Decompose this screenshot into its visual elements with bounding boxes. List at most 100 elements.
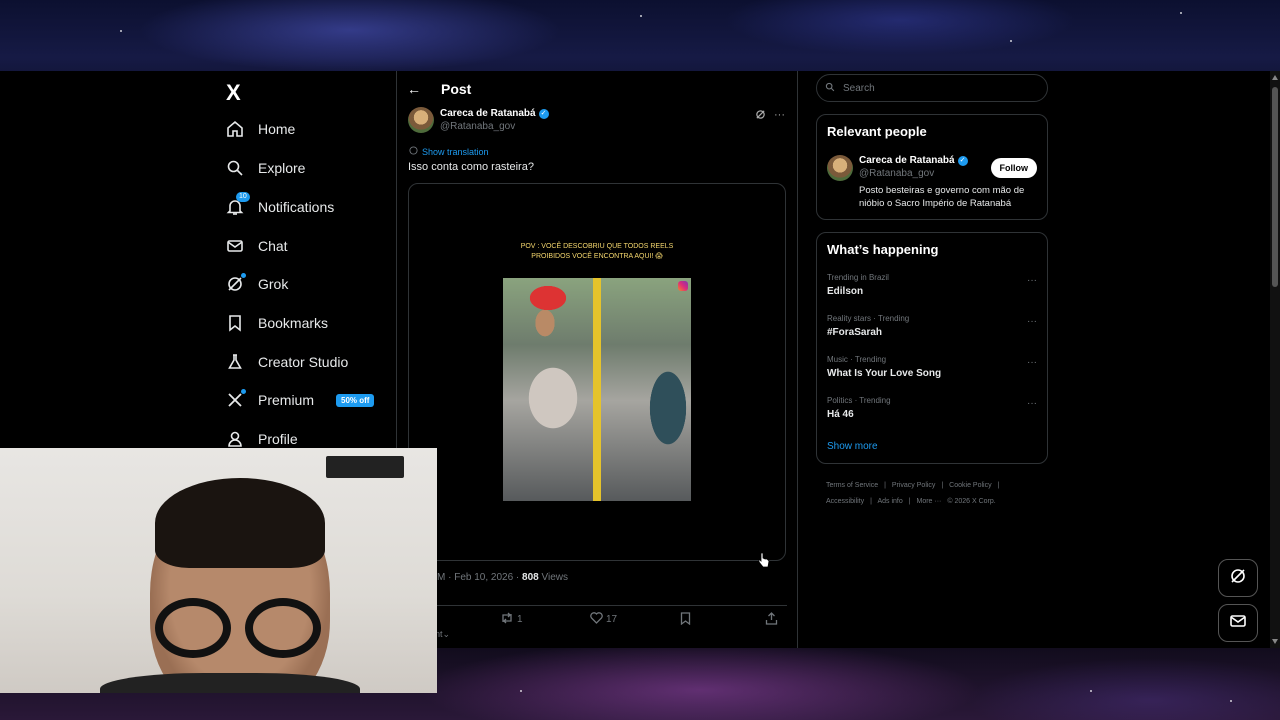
- trend-item[interactable]: Reality stars · Trending #ForaSarah ···: [827, 314, 1039, 344]
- repost-count: 1: [517, 614, 523, 625]
- background-star: [120, 30, 122, 32]
- flask-icon: [226, 353, 244, 371]
- like-button[interactable]: 17: [590, 612, 617, 627]
- search-box[interactable]: [816, 74, 1048, 102]
- bookmark-icon: [226, 314, 244, 332]
- repost-icon: [500, 612, 514, 627]
- nav-item-explore[interactable]: Explore: [226, 154, 305, 182]
- scroll-down-arrow[interactable]: [1272, 639, 1278, 644]
- verified-badge-icon: ✓: [957, 155, 968, 166]
- glasses-lens: [155, 598, 231, 658]
- trend-title: What Is Your Love Song: [827, 368, 942, 379]
- background-star: [1010, 40, 1012, 42]
- avatar[interactable]: [408, 107, 434, 133]
- page-title: Post: [441, 81, 472, 97]
- nav-item-notifications[interactable]: 10 Notifications: [226, 192, 335, 221]
- panel-title: Relevant people: [827, 124, 927, 139]
- trend-title: Há 46: [827, 409, 854, 420]
- show-more-link[interactable]: Show more: [827, 441, 878, 452]
- like-count: 17: [606, 614, 618, 625]
- video-frame[interactable]: [503, 278, 691, 501]
- relevant-user-bio: Posto besteiras e governo com mão de nió…: [859, 185, 1025, 209]
- relevant-people-panel: Relevant people Careca de Ratanabá ✓ @Ra…: [816, 114, 1048, 220]
- share-button[interactable]: [765, 612, 778, 628]
- grok-floating-button[interactable]: [1218, 559, 1258, 597]
- nav-label: Chat: [258, 238, 288, 254]
- person-icon: [226, 430, 244, 448]
- repost-button[interactable]: 1: [500, 612, 523, 627]
- footer-link-cookie[interactable]: Cookie Policy: [949, 482, 991, 489]
- relevant-user[interactable]: Careca de Ratanabá ✓ @Ratanaba_gov: [827, 155, 968, 181]
- x-logo[interactable]: X: [226, 80, 241, 106]
- nav-label: Profile: [258, 431, 298, 447]
- mail-icon: [226, 237, 244, 255]
- footer-separator: |: [908, 498, 911, 505]
- panel-title: What’s happening: [827, 242, 939, 257]
- more-options-icon[interactable]: ···: [1027, 316, 1037, 327]
- relevant-user-handle[interactable]: @Ratanaba_gov: [859, 168, 968, 179]
- footer-separator: |: [941, 482, 944, 489]
- author-name[interactable]: Careca de Ratanabá: [440, 108, 536, 119]
- grok-icon: [1229, 567, 1247, 590]
- avatar[interactable]: [827, 155, 853, 181]
- trend-title: Edilson: [827, 286, 864, 297]
- background-star: [1180, 12, 1182, 14]
- search-input[interactable]: [841, 81, 1025, 95]
- footer-link-more[interactable]: More ···: [917, 498, 942, 505]
- more-options-icon[interactable]: ···: [1027, 398, 1037, 409]
- footer-separator: |: [884, 482, 886, 489]
- webcam-person-glasses: [150, 598, 330, 658]
- share-icon: [765, 612, 778, 628]
- footer-separator: |: [870, 498, 872, 505]
- back-arrow-icon[interactable]: ←: [407, 81, 421, 97]
- trend-item[interactable]: Trending in Brazil Edilson ···: [827, 273, 1039, 303]
- nav-item-premium[interactable]: Premium 50% off: [226, 386, 375, 414]
- more-options-icon[interactable]: ···: [1027, 357, 1037, 368]
- nav-label: Home: [258, 121, 296, 137]
- author-handle[interactable]: @Ratanaba_gov: [440, 121, 549, 132]
- whats-happening-panel: What’s happening Trending in Brazil Edil…: [816, 232, 1048, 464]
- footer-link-terms[interactable]: Terms of Service: [826, 482, 878, 489]
- bookmark-button[interactable]: [680, 612, 691, 628]
- nav-label: Notifications: [258, 199, 335, 215]
- nav-item-bookmarks[interactable]: Bookmarks: [226, 309, 328, 337]
- footer-link-ads-info[interactable]: Ads info: [877, 498, 902, 505]
- notification-badge: 10: [236, 192, 250, 202]
- grok-icon[interactable]: [755, 109, 766, 123]
- nav-item-home[interactable]: Home: [226, 115, 295, 143]
- post-actions: 1 17: [427, 605, 787, 628]
- search-icon: [226, 159, 244, 177]
- webcam-background-shelf: [326, 456, 404, 478]
- scroll-thumb[interactable]: [1272, 87, 1278, 287]
- nav-item-creator-studio[interactable]: Creator Studio: [226, 348, 348, 376]
- bell-icon: 10: [226, 192, 250, 216]
- post-author[interactable]: Careca de Ratanabá ✓ @Ratanaba_gov: [408, 107, 549, 133]
- nav-label: Premium: [258, 392, 315, 408]
- webcam-person-shirt: [100, 673, 360, 693]
- trend-category: Reality stars · Trending: [827, 314, 910, 323]
- views-label: Views: [538, 572, 569, 583]
- show-translation-link[interactable]: Show translation: [409, 146, 489, 157]
- post-media[interactable]: POV : VOCÊ DESCOBRIU QUE TODOS REELS PRO…: [408, 183, 786, 561]
- page-scrollbar[interactable]: [1270, 71, 1280, 648]
- footer-copyright: © 2026 X Corp.: [947, 498, 996, 505]
- trend-item[interactable]: Music · Trending What Is Your Love Song …: [827, 355, 1039, 385]
- post-timestamp[interactable]: M · Feb 10, 2026 ·: [437, 572, 522, 583]
- chevron-down-icon: ⌄: [442, 629, 451, 639]
- relevant-user-name[interactable]: Careca de Ratanabá: [859, 155, 955, 166]
- nav-label: Creator Studio: [258, 354, 349, 370]
- more-options-icon[interactable]: ···: [1027, 275, 1037, 286]
- nav-item-grok[interactable]: Grok: [226, 270, 288, 298]
- more-options-icon[interactable]: ···: [774, 109, 785, 123]
- trend-item[interactable]: Politics · Trending Há 46 ···: [827, 396, 1039, 426]
- footer-link-accessibility[interactable]: Accessibility: [826, 498, 864, 505]
- messages-floating-button[interactable]: [1218, 604, 1258, 642]
- bookmark-icon: [680, 612, 691, 628]
- scroll-up-arrow[interactable]: [1272, 75, 1278, 80]
- nav-item-chat[interactable]: Chat: [226, 232, 288, 260]
- media-caption-line: PROIBIDOS VOCÊ ENCONTRA AQUI! 😱: [531, 253, 663, 260]
- follow-button[interactable]: Follow: [990, 158, 1037, 178]
- premium-promo-badge: 50% off: [336, 393, 375, 407]
- grok-dot-icon: [241, 273, 246, 278]
- footer-link-privacy[interactable]: Privacy Policy: [892, 482, 936, 489]
